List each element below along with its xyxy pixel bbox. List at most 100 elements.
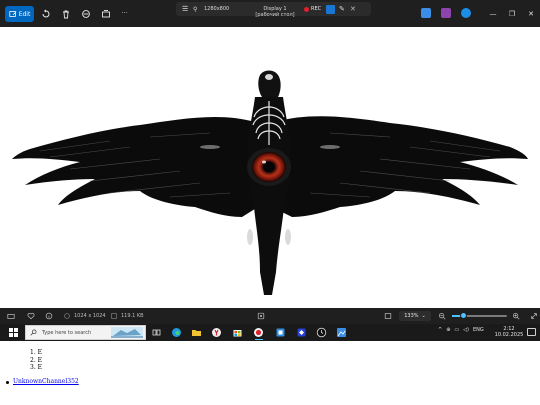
task-view-icon xyxy=(152,329,161,336)
windows-logo-tile xyxy=(14,328,18,332)
image-compare-icon xyxy=(101,9,110,17)
editor-app-icon[interactable] xyxy=(421,8,431,18)
stop-button[interactable] xyxy=(326,4,335,14)
store-app[interactable] xyxy=(232,327,243,338)
store-icon xyxy=(233,330,242,337)
filmstrip-icon xyxy=(7,314,15,319)
windows-logo-tile xyxy=(9,333,13,337)
page-content: 1. E 2. E 3. E UnknownChannel352 xyxy=(0,341,540,405)
search-highlight-art-icon xyxy=(111,327,143,338)
task-view-button[interactable] xyxy=(151,327,162,338)
info-button[interactable] xyxy=(45,312,53,320)
search-icon xyxy=(30,329,38,337)
delete-button[interactable] xyxy=(60,8,71,19)
compare-button[interactable] xyxy=(100,8,111,19)
pen-icon[interactable]: ✎ xyxy=(339,5,347,13)
capture-resolution: 1280x800 xyxy=(204,6,230,12)
app-diamond-icon xyxy=(297,328,306,337)
photo-app-icon xyxy=(276,328,285,337)
clock-app[interactable] xyxy=(316,327,327,338)
disk-icon xyxy=(111,313,117,319)
folder-icon xyxy=(192,330,201,336)
windows-taskbar: Type here to search ^ ⊕ ▭ ◁) ENG 2:12 10… xyxy=(0,324,540,341)
slideshow-button[interactable] xyxy=(257,312,265,320)
record-app-icon xyxy=(254,328,263,337)
viewer-status-bar: 1024 x 1024 119.1 KB 133% ⌄ xyxy=(0,308,540,324)
windows-logo-tile xyxy=(14,333,18,337)
zoom-level-text: 133% xyxy=(404,313,419,319)
filmstrip-button[interactable] xyxy=(7,312,15,320)
favorite-status-button[interactable] xyxy=(27,312,35,320)
list-item: 2. E xyxy=(30,356,43,364)
monitor-icon[interactable]: ▭ xyxy=(454,327,459,333)
edge-icon xyxy=(172,328,181,337)
chevron-down-icon: ⌄ xyxy=(421,313,426,319)
network-icon[interactable]: ⊕ xyxy=(446,327,450,333)
image-dimensions: 1024 x 1024 xyxy=(63,312,106,320)
clock-app-icon xyxy=(316,327,327,338)
zoom-out-button[interactable] xyxy=(438,312,446,320)
taskbar-search-box[interactable]: Type here to search xyxy=(25,325,146,340)
winged-figure-image xyxy=(12,70,528,295)
hamburger-menu-icon[interactable]: ☰ xyxy=(182,5,190,13)
fit-to-window-button[interactable] xyxy=(384,312,392,320)
image-viewer-icon xyxy=(337,328,346,337)
system-tray: ^ ⊕ ▭ ◁) ENG xyxy=(438,327,484,333)
dimensions-text: 1024 x 1024 xyxy=(74,313,106,319)
bullet-marker xyxy=(6,380,9,384)
dimensions-icon xyxy=(64,313,70,319)
fit-window-icon xyxy=(384,313,392,319)
channel-link[interactable]: UnknownChannel352 xyxy=(13,378,79,386)
notification-center-icon[interactable] xyxy=(527,328,536,336)
close-capture-icon[interactable]: ✕ xyxy=(350,5,358,13)
file-name: [рабочий стол] xyxy=(255,12,295,18)
rotate-button[interactable] xyxy=(40,8,51,19)
zoom-slider-thumb[interactable] xyxy=(459,312,467,319)
recorder-app[interactable] xyxy=(253,327,264,338)
volume-icon[interactable]: ◁) xyxy=(463,327,469,333)
heart-outline-icon xyxy=(27,312,35,320)
zoom-in-icon xyxy=(513,313,520,320)
zoom-out-icon xyxy=(439,313,446,320)
search-placeholder: Type here to search xyxy=(42,329,92,336)
chevron-up-icon[interactable]: ^ xyxy=(438,327,442,333)
file-explorer-app[interactable] xyxy=(191,327,202,338)
yandex-browser-app[interactable] xyxy=(211,327,222,338)
edit-button[interactable]: Edit xyxy=(5,6,34,22)
ordered-list: 1. E 2. E 3. E xyxy=(30,349,42,372)
onedrive-icon[interactable] xyxy=(461,8,471,18)
designer-app-icon[interactable] xyxy=(441,8,451,18)
start-button[interactable] xyxy=(9,328,18,337)
record-label[interactable]: REC xyxy=(311,6,323,12)
slideshow-icon xyxy=(257,312,265,320)
discord-like-app[interactable] xyxy=(296,327,307,338)
image-canvas[interactable] xyxy=(0,27,540,308)
bullet-list-item: UnknownChannel352 xyxy=(6,378,79,386)
viewer-app-taskbar[interactable] xyxy=(336,327,347,338)
photo-app[interactable] xyxy=(275,327,286,338)
heart-icon xyxy=(81,9,90,18)
active-app-indicator xyxy=(255,339,263,340)
maximize-button[interactable]: ❐ xyxy=(506,8,518,19)
zoom-in-button[interactable] xyxy=(512,312,520,320)
info-icon xyxy=(45,312,53,320)
zoom-slider[interactable] xyxy=(452,312,507,319)
edit-button-label: Edit xyxy=(18,10,31,18)
list-item: 1. E xyxy=(30,349,43,356)
record-dot-icon xyxy=(304,6,309,12)
file-size-text: 119.1 KB xyxy=(121,313,144,319)
language-indicator[interactable]: ENG xyxy=(473,327,484,333)
close-window-button[interactable]: ✕ xyxy=(525,8,537,19)
fullscreen-button[interactable] xyxy=(530,312,538,320)
more-options-button[interactable]: ··· xyxy=(119,8,130,19)
clock-date: 10.02.2025 xyxy=(494,332,524,338)
zoom-level-dropdown[interactable]: 133% ⌄ xyxy=(399,311,431,321)
clock[interactable]: 2:12 10.02.2025 xyxy=(494,326,524,338)
expand-icon xyxy=(531,313,537,319)
edge-app[interactable] xyxy=(171,327,182,338)
edit-image-icon xyxy=(9,11,17,17)
pin-icon[interactable]: ⚲ xyxy=(193,6,201,13)
favorite-button[interactable] xyxy=(80,8,91,19)
minimize-button[interactable]: — xyxy=(487,8,499,19)
file-size: 119.1 KB xyxy=(110,312,144,320)
